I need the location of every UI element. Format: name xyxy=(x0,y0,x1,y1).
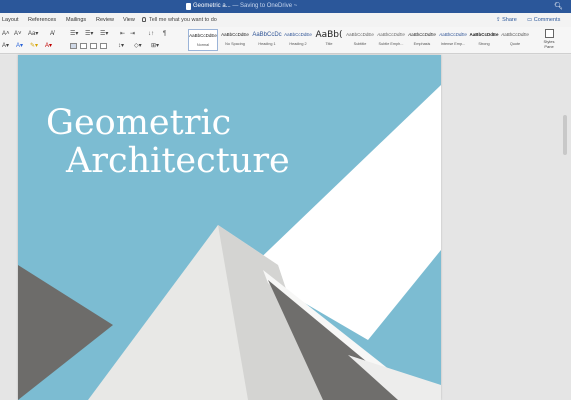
pilcrow-icon[interactable]: ¶ xyxy=(163,30,166,38)
style-title[interactable]: AaBb( Title xyxy=(314,29,344,51)
document-page[interactable]: Geometric Architecture xyxy=(18,55,441,400)
style-subtitle[interactable]: AaBbCcDdEe Subtitle xyxy=(345,29,375,51)
style-subtle-emphasis[interactable]: AaBbCcDdEe Subtle Emph... xyxy=(376,29,406,51)
clear-formatting-icon[interactable]: A̸ xyxy=(50,30,54,38)
styles-pane-button[interactable]: Styles Pane xyxy=(542,29,556,49)
tell-me-search[interactable]: Tell me what you want to do xyxy=(142,16,217,24)
text-effects-icon-2[interactable]: A▾ xyxy=(16,42,23,50)
decrease-indent-icon[interactable]: ⇤ xyxy=(120,30,125,38)
cover-title-line-2[interactable]: Architecture xyxy=(66,142,290,180)
style-no-spacing[interactable]: AaBbCcDdEe No Spacing xyxy=(220,29,250,51)
justify-icon[interactable] xyxy=(100,43,107,49)
saving-status: — Saving to OneDrive ~ xyxy=(230,3,298,9)
styles-pane-icon xyxy=(544,29,554,38)
shading-icon[interactable]: ◇▾ xyxy=(134,42,142,50)
style-quote[interactable]: AaBbCcDdEe Quote xyxy=(500,29,530,51)
window-title[interactable]: Geometric a... — Saving to OneDrive ~ xyxy=(193,0,297,13)
tab-review[interactable]: Review xyxy=(96,16,114,24)
search-icon[interactable]: 🔍︎ xyxy=(554,0,563,13)
align-right-icon[interactable] xyxy=(90,43,97,49)
borders-icon[interactable]: ⊞▾ xyxy=(151,42,159,50)
style-intense-emphasis[interactable]: AaBbCcDdEe Intense Emp... xyxy=(438,29,468,51)
document-icon xyxy=(186,3,191,10)
shrink-font-icon[interactable]: A˅ xyxy=(14,30,22,38)
text-effects-icon[interactable]: A▾ xyxy=(2,42,9,50)
ribbon-tabs: Layout References Mailings Review View T… xyxy=(0,13,571,27)
line-spacing-icon[interactable]: ↕▾ xyxy=(118,42,124,50)
align-center-icon[interactable] xyxy=(80,43,87,49)
align-left-icon[interactable] xyxy=(70,43,77,49)
comments-button[interactable]: ▭ Comments xyxy=(527,16,560,24)
style-heading-1[interactable]: AaBbCcDc Heading 1 xyxy=(252,29,282,51)
share-button[interactable]: ⇪ Share xyxy=(496,16,517,24)
style-heading-2[interactable]: AaBbCcDdEe Heading 2 xyxy=(283,29,313,51)
style-emphasis[interactable]: AaBbCcDdEe Emphasis xyxy=(407,29,437,51)
increase-indent-icon[interactable]: ⇥ xyxy=(130,30,135,38)
change-case-icon[interactable]: Aa▾ xyxy=(28,30,38,38)
tab-mailings[interactable]: Mailings xyxy=(66,16,86,24)
multilevel-list-icon[interactable]: ☰▾ xyxy=(100,30,108,38)
tab-view[interactable]: View xyxy=(123,16,135,24)
font-color-icon[interactable]: A▾ xyxy=(45,42,52,50)
numbering-icon[interactable]: ☰▾ xyxy=(85,30,93,38)
home-ribbon: A˄ A˅ Aa▾ A̸ A▾ A▾ ✎▾ A▾ ☰▾ ☰▾ ☰▾ ⇤ ⇥ ↓↑… xyxy=(0,27,571,54)
tab-layout[interactable]: Layout xyxy=(2,16,19,24)
tab-references[interactable]: References xyxy=(28,16,56,24)
highlight-icon[interactable]: ✎▾ xyxy=(30,42,38,50)
comment-icon: ▭ xyxy=(527,17,534,23)
bullets-icon[interactable]: ☰▾ xyxy=(70,30,78,38)
style-normal[interactable]: AaBbCcDdEe Normal xyxy=(188,29,218,51)
sort-icon[interactable]: ↓↑ xyxy=(148,30,154,38)
style-strong[interactable]: AaBbCcDdEe Strong xyxy=(469,29,499,51)
document-workspace: Geometric Architecture xyxy=(0,55,571,400)
lightbulb-icon xyxy=(142,17,146,22)
vertical-scrollbar[interactable] xyxy=(563,115,567,155)
cover-title-line-1[interactable]: Geometric xyxy=(46,104,231,142)
grow-font-icon[interactable]: A˄ xyxy=(2,30,10,38)
title-bar: Geometric a... — Saving to OneDrive ~ 🔍︎ xyxy=(0,0,571,13)
styles-gallery: AaBbCcDdEe Normal AaBbCcDdEe No Spacing … xyxy=(184,29,540,51)
